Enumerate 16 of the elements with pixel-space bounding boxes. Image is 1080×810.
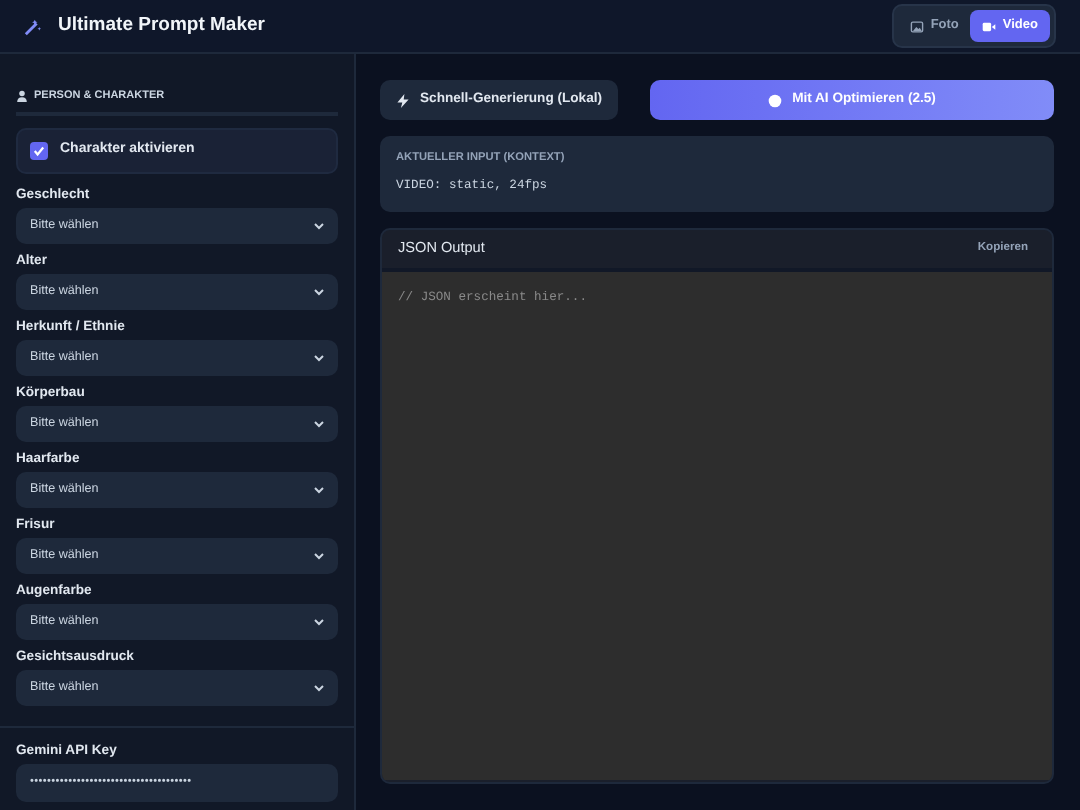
chevron-down-icon [314, 419, 324, 428]
magic-wand-icon [24, 17, 42, 35]
chevron-down-icon [314, 485, 324, 494]
video-camera-icon [982, 19, 997, 33]
chevron-down-icon [314, 287, 324, 296]
circle-icon [768, 93, 783, 107]
person-icon [16, 90, 28, 103]
chevron-down-icon [314, 617, 324, 626]
chevron-down-icon [314, 683, 324, 692]
chevron-down-icon [314, 221, 324, 230]
app-title: Ultimate Prompt Maker [58, 11, 265, 40]
lightning-icon [396, 93, 410, 107]
chevron-down-icon [314, 551, 324, 560]
checkbox[interactable] [30, 142, 48, 160]
chevron-down-icon [314, 353, 324, 362]
image-icon [910, 19, 925, 33]
